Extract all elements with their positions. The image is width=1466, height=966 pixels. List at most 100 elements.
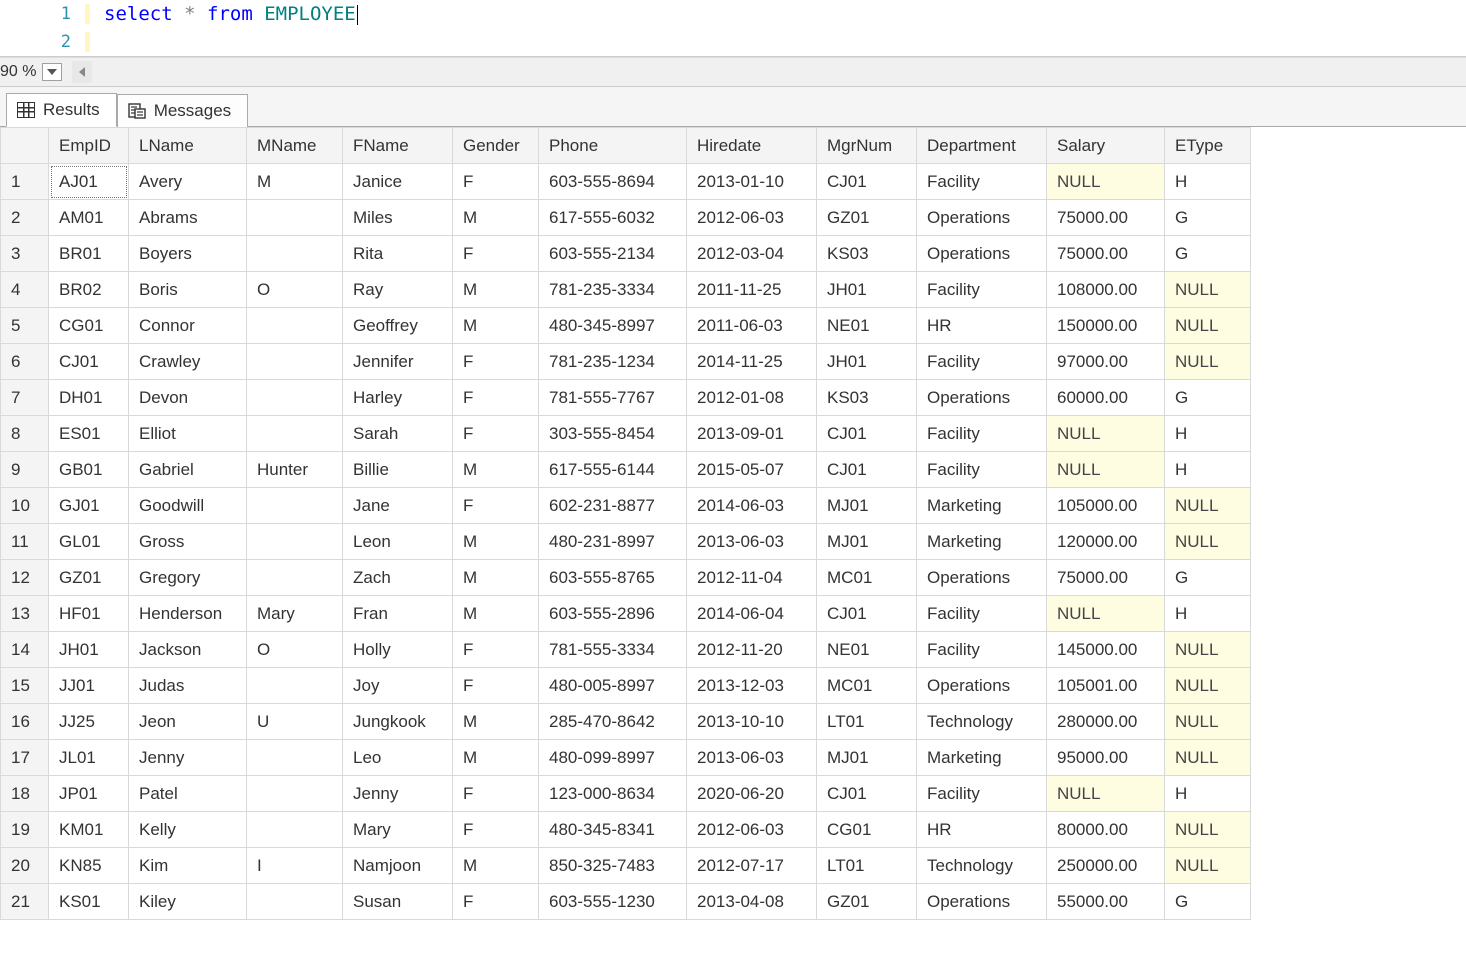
cell-fname[interactable]: Ray (343, 272, 453, 308)
cell-department[interactable]: Operations (917, 560, 1047, 596)
cell-mname[interactable] (247, 812, 343, 848)
cell-mgrnum[interactable]: CG01 (817, 812, 917, 848)
cell-phone[interactable]: 480-345-8997 (539, 308, 687, 344)
cell-etype[interactable]: G (1165, 380, 1251, 416)
cell-salary[interactable]: 105001.00 (1047, 668, 1165, 704)
column-header-department[interactable]: Department (917, 128, 1047, 164)
cell-hiredate[interactable]: 2013-12-03 (687, 668, 817, 704)
cell-salary[interactable]: 95000.00 (1047, 740, 1165, 776)
cell-mname[interactable] (247, 200, 343, 236)
cell-salary[interactable]: 105000.00 (1047, 488, 1165, 524)
cell-hiredate[interactable]: 2012-11-04 (687, 560, 817, 596)
cell-salary[interactable]: 55000.00 (1047, 884, 1165, 920)
cell-empid[interactable]: JP01 (49, 776, 129, 812)
column-header-lname[interactable]: LName (129, 128, 247, 164)
cell-phone[interactable]: 603-555-1230 (539, 884, 687, 920)
cell-hiredate[interactable]: 2012-11-20 (687, 632, 817, 668)
cell-etype[interactable]: G (1165, 884, 1251, 920)
cell-hiredate[interactable]: 2013-06-03 (687, 740, 817, 776)
cell-mname[interactable]: Hunter (247, 452, 343, 488)
cell-etype[interactable]: H (1165, 452, 1251, 488)
sql-editor[interactable]: 1select * from EMPLOYEE2 (0, 0, 1466, 57)
row-number[interactable]: 10 (1, 488, 49, 524)
cell-gender[interactable]: F (453, 164, 539, 200)
cell-gender[interactable]: M (453, 308, 539, 344)
cell-etype[interactable]: NULL (1165, 344, 1251, 380)
cell-mname[interactable] (247, 236, 343, 272)
cell-etype[interactable]: NULL (1165, 488, 1251, 524)
cell-etype[interactable]: NULL (1165, 524, 1251, 560)
cell-fname[interactable]: Harley (343, 380, 453, 416)
cell-hiredate[interactable]: 2013-01-10 (687, 164, 817, 200)
cell-empid[interactable]: DH01 (49, 380, 129, 416)
row-number[interactable]: 21 (1, 884, 49, 920)
row-number[interactable]: 13 (1, 596, 49, 632)
table-row[interactable]: 18JP01PatelJennyF123-000-86342020-06-20C… (1, 776, 1251, 812)
cell-department[interactable]: Marketing (917, 524, 1047, 560)
cell-fname[interactable]: Joy (343, 668, 453, 704)
cell-empid[interactable]: JJ01 (49, 668, 129, 704)
cell-salary[interactable]: 80000.00 (1047, 812, 1165, 848)
cell-phone[interactable]: 602-231-8877 (539, 488, 687, 524)
cell-phone[interactable]: 603-555-2896 (539, 596, 687, 632)
cell-phone[interactable]: 617-555-6032 (539, 200, 687, 236)
cell-hiredate[interactable]: 2015-05-07 (687, 452, 817, 488)
cell-mgrnum[interactable]: LT01 (817, 704, 917, 740)
cell-gender[interactable]: M (453, 560, 539, 596)
cell-empid[interactable]: JH01 (49, 632, 129, 668)
cell-mgrnum[interactable]: GZ01 (817, 200, 917, 236)
cell-mname[interactable]: Mary (247, 596, 343, 632)
cell-phone[interactable]: 781-555-3334 (539, 632, 687, 668)
cell-empid[interactable]: GB01 (49, 452, 129, 488)
code-line[interactable]: 1select * from EMPLOYEE (0, 0, 1466, 28)
row-number[interactable]: 17 (1, 740, 49, 776)
cell-hiredate[interactable]: 2013-10-10 (687, 704, 817, 740)
cell-lname[interactable]: Devon (129, 380, 247, 416)
cell-mname[interactable] (247, 776, 343, 812)
cell-phone[interactable]: 480-005-8997 (539, 668, 687, 704)
cell-mname[interactable]: M (247, 164, 343, 200)
column-header-salary[interactable]: Salary (1047, 128, 1165, 164)
cell-empid[interactable]: CJ01 (49, 344, 129, 380)
cell-phone[interactable]: 603-555-2134 (539, 236, 687, 272)
cell-gender[interactable]: M (453, 740, 539, 776)
cell-empid[interactable]: CG01 (49, 308, 129, 344)
cell-salary[interactable]: 75000.00 (1047, 236, 1165, 272)
cell-empid[interactable]: GJ01 (49, 488, 129, 524)
cell-hiredate[interactable]: 2013-09-01 (687, 416, 817, 452)
column-header-mname[interactable]: MName (247, 128, 343, 164)
cell-mgrnum[interactable]: NE01 (817, 632, 917, 668)
cell-empid[interactable]: GL01 (49, 524, 129, 560)
cell-fname[interactable]: Susan (343, 884, 453, 920)
cell-lname[interactable]: Gross (129, 524, 247, 560)
cell-mname[interactable]: O (247, 272, 343, 308)
cell-hiredate[interactable]: 2011-11-25 (687, 272, 817, 308)
cell-department[interactable]: Operations (917, 884, 1047, 920)
table-row[interactable]: 6CJ01CrawleyJenniferF781-235-12342014-11… (1, 344, 1251, 380)
cell-mname[interactable] (247, 488, 343, 524)
cell-gender[interactable]: F (453, 632, 539, 668)
column-header-empid[interactable]: EmpID (49, 128, 129, 164)
scroll-left-button[interactable] (72, 61, 92, 83)
cell-lname[interactable]: Judas (129, 668, 247, 704)
cell-department[interactable]: Marketing (917, 488, 1047, 524)
cell-fname[interactable]: Jenny (343, 776, 453, 812)
cell-empid[interactable]: ES01 (49, 416, 129, 452)
table-row[interactable]: 21KS01KileySusanF603-555-12302013-04-08G… (1, 884, 1251, 920)
cell-mname[interactable]: U (247, 704, 343, 740)
table-row[interactable]: 19KM01KellyMaryF480-345-83412012-06-03CG… (1, 812, 1251, 848)
cell-fname[interactable]: Billie (343, 452, 453, 488)
cell-department[interactable]: Facility (917, 344, 1047, 380)
cell-mname[interactable] (247, 380, 343, 416)
cell-department[interactable]: HR (917, 812, 1047, 848)
cell-fname[interactable]: Leon (343, 524, 453, 560)
column-header-mgrnum[interactable]: MgrNum (817, 128, 917, 164)
cell-etype[interactable]: H (1165, 596, 1251, 632)
cell-empid[interactable]: AM01 (49, 200, 129, 236)
zoom-dropdown[interactable] (42, 63, 62, 81)
cell-hiredate[interactable]: 2011-06-03 (687, 308, 817, 344)
row-number[interactable]: 1 (1, 164, 49, 200)
cell-gender[interactable]: F (453, 344, 539, 380)
cell-phone[interactable]: 781-555-7767 (539, 380, 687, 416)
table-row[interactable]: 15JJ01JudasJoyF480-005-89972013-12-03MC0… (1, 668, 1251, 704)
